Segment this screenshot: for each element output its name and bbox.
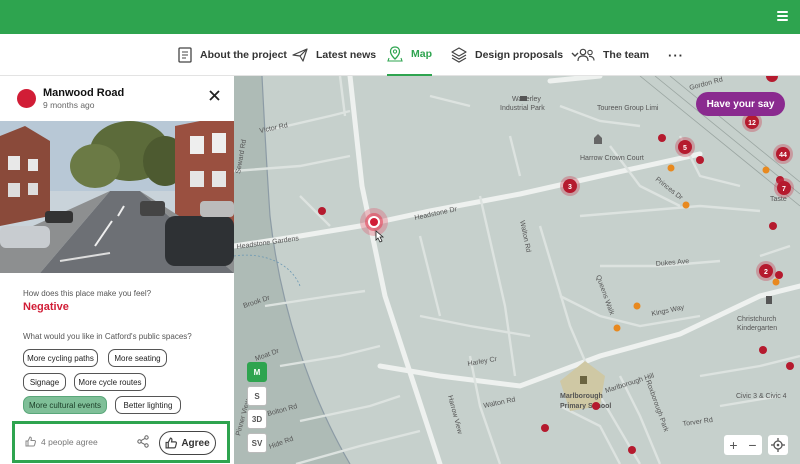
nav-item-map[interactable]: Map [387,34,432,76]
cluster-marker[interactable]: 5 [675,137,695,157]
nav-item-design-proposals[interactable]: Design proposals [451,34,579,76]
thumbs-up-icon [25,436,36,447]
have-your-say-button[interactable]: Have your say [696,92,785,116]
close-icon[interactable] [209,90,220,101]
chip-more-cycle-routes[interactable]: More cycle routes [74,373,146,391]
cluster-marker[interactable]: 3 [560,176,580,196]
map-pin-icon [387,46,403,62]
svg-text:5: 5 [683,145,687,152]
svg-text:12: 12 [748,120,756,127]
3d-mode-button[interactable]: 3D [247,409,267,429]
nav-label: About the project [200,49,287,61]
chip-more-cultural-events[interactable]: More cultural events [23,396,107,414]
people-icon [577,48,595,62]
nav-label: The team [603,49,650,61]
map-mode-button[interactable]: M [247,362,267,382]
cluster-marker[interactable]: 44 [773,144,793,164]
sentiment-pin-icon [17,89,36,108]
paper-plane-icon [292,48,308,62]
cluster-marker[interactable]: 7 [774,178,794,198]
crosshair-icon [771,438,785,452]
agree-footer: 4 people agree Agree [12,421,230,463]
cluster-marker[interactable]: 2 [756,261,776,281]
comment-panel: Manwood Road 9 months ago How does this … [0,76,234,464]
agree-button-label: Agree [181,437,210,449]
share-icon[interactable] [137,435,149,448]
panel-timestamp: 9 months ago [43,100,95,110]
satellite-mode-button[interactable]: S [247,386,267,406]
zoom-out-button[interactable]: − [743,435,762,455]
question-feeling: How does this place make you feel? [23,289,152,298]
svg-text:3: 3 [568,184,572,191]
agree-button[interactable]: Agree [159,431,216,455]
top-bar [0,0,800,34]
nav-item-team[interactable]: The team [577,34,649,76]
zoom-in-button[interactable]: + [724,435,743,455]
nav-item-about[interactable]: About the project [178,34,287,76]
nav-label: Map [411,48,432,60]
more-icon: ··· [668,47,684,63]
agree-count-label: 4 people agree [41,436,98,447]
layers-icon [451,47,467,63]
svg-text:2: 2 [764,269,768,276]
answer-feeling: Negative [23,301,69,313]
locate-button[interactable] [768,435,788,455]
question-public-spaces: What would you like in Catford's public … [23,332,192,341]
nav-item-news[interactable]: Latest news [292,34,376,76]
more-menu-button[interactable]: ··· [668,34,684,76]
main-nav: About the project Latest news Map Design… [0,34,800,76]
panel-title: Manwood Road [43,87,125,99]
chip-better-lighting[interactable]: Better lighting [115,396,181,414]
streetview-mode-button[interactable]: SV [247,433,267,453]
hamburger-menu-icon[interactable] [777,11,788,21]
panel-header: Manwood Road 9 months ago [0,76,234,121]
document-icon [178,47,192,63]
svg-text:7: 7 [782,186,786,193]
chip-more-cycling-paths[interactable]: More cycling paths [23,349,98,367]
chip-signage[interactable]: Signage [23,373,66,391]
street-photo [0,121,234,273]
svg-text:44: 44 [779,152,787,159]
thumbs-up-icon [165,437,178,449]
nav-label: Latest news [316,49,377,61]
agree-count: 4 people agree [25,436,98,447]
chip-more-seating[interactable]: More seating [108,349,167,367]
zoom-controls: + − [724,435,762,455]
nav-label: Design proposals [475,49,564,61]
